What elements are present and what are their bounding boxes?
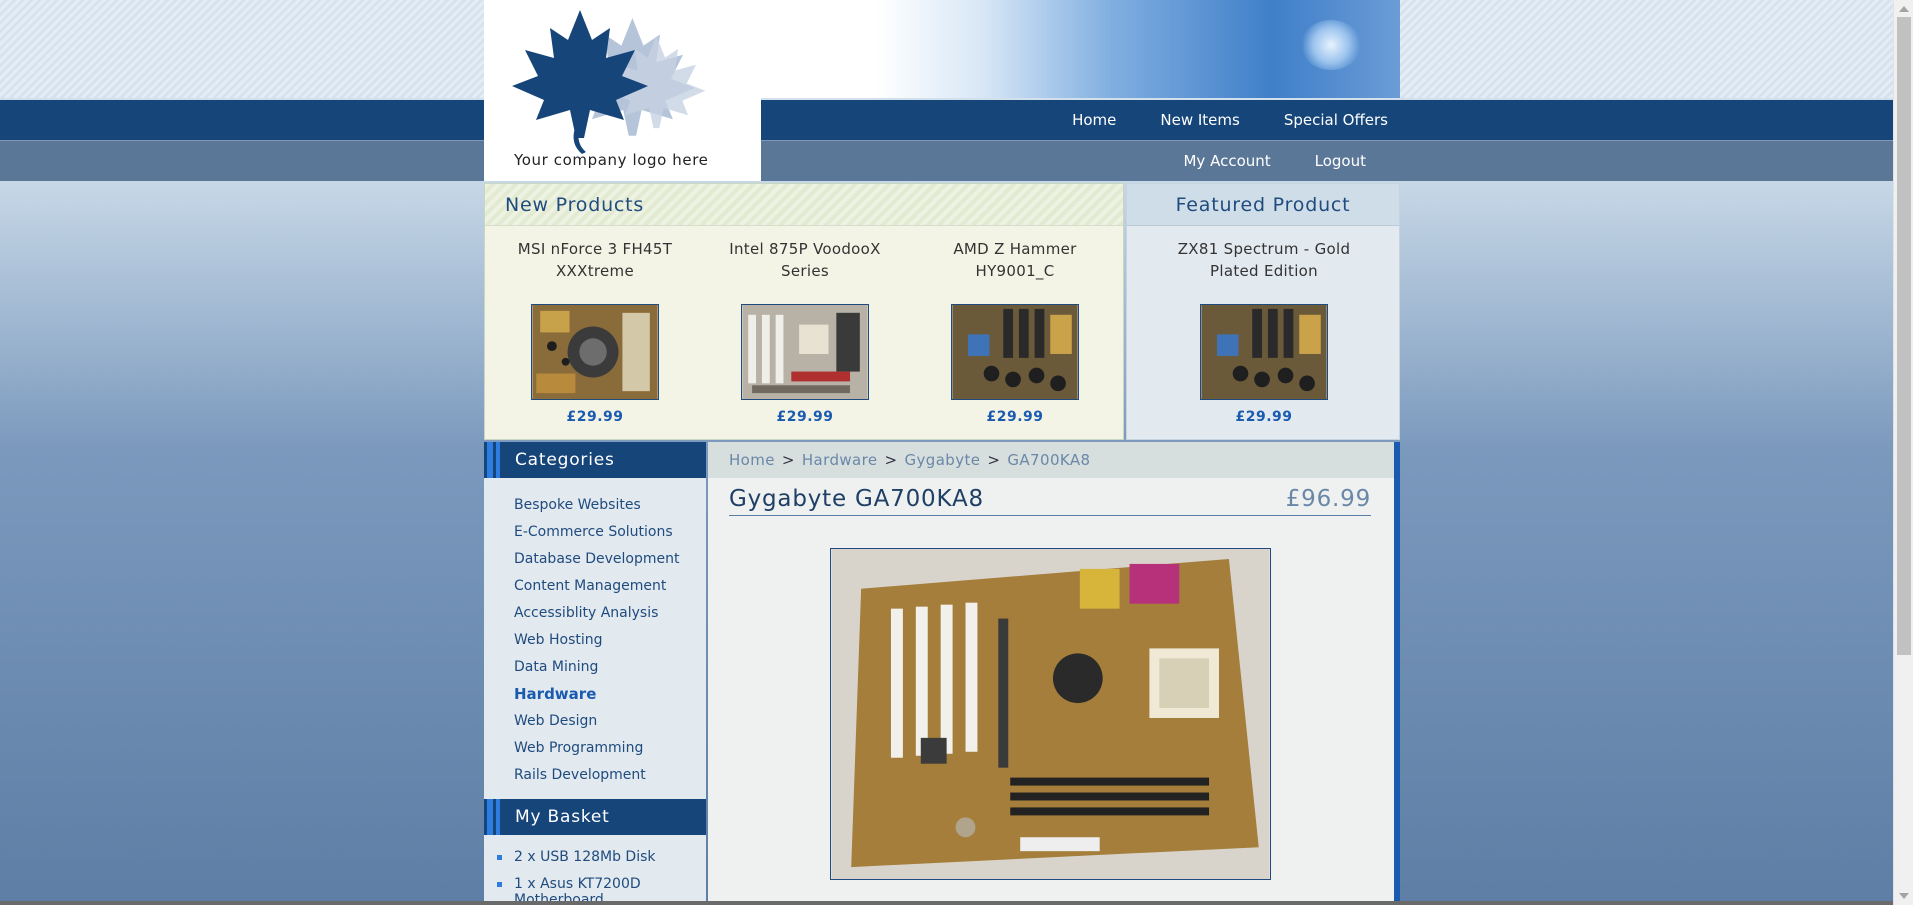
breadcrumb-hardware-link[interactable]: Hardware bbox=[802, 451, 878, 469]
product-name-link[interactable]: Intel 875P VoodooX Series bbox=[710, 238, 900, 304]
product-thumbnail[interactable] bbox=[741, 304, 869, 400]
breadcrumb-separator: > bbox=[987, 451, 1001, 469]
category-link[interactable]: E-Commerce Solutions bbox=[514, 519, 706, 546]
maple-leaf-logo-icon bbox=[512, 10, 706, 154]
breadcrumb: Home > Hardware > Gygabyte > GA700KA8 bbox=[708, 442, 1394, 478]
product-price: £29.99 bbox=[986, 409, 1044, 425]
breadcrumb-separator: > bbox=[884, 451, 898, 469]
product-name-link[interactable]: AMD Z Hammer HY9001_C bbox=[920, 238, 1110, 304]
new-products-panel: New Products MSI nForce 3 FH45T XXXtreme… bbox=[484, 183, 1124, 440]
nav-new-items-link[interactable]: New Items bbox=[1160, 111, 1239, 129]
product-card: AMD Z Hammer HY9001_C £29.99 bbox=[920, 238, 1110, 425]
nav-home-link[interactable]: Home bbox=[1072, 111, 1116, 129]
new-products-heading: New Products bbox=[485, 184, 1123, 226]
featured-product-panel: Featured Product ZX81 Spectrum - Gold Pl… bbox=[1126, 183, 1400, 440]
category-link[interactable]: Database Development bbox=[514, 546, 706, 573]
main-content: Home > Hardware > Gygabyte > GA700KA8 Gygabyte… bbox=[708, 442, 1394, 905]
product-thumbnail[interactable] bbox=[951, 304, 1079, 400]
logo-text: Your company logo here bbox=[514, 151, 709, 169]
breadcrumb-current: GA700KA8 bbox=[1007, 451, 1091, 469]
scrollbar-thumb[interactable] bbox=[1897, 17, 1911, 655]
product-card: MSI nForce 3 FH45T XXXtreme £29.99 bbox=[500, 238, 690, 425]
category-link[interactable]: Content Management bbox=[514, 573, 706, 600]
category-link[interactable]: Accessiblity Analysis bbox=[514, 600, 706, 627]
category-link[interactable]: Rails Development bbox=[514, 762, 706, 789]
scroll-up-arrow-icon[interactable] bbox=[1899, 6, 1909, 12]
basket-heading: My Basket bbox=[484, 799, 706, 835]
featured-product-heading: Featured Product bbox=[1127, 184, 1399, 226]
product-name-link[interactable]: ZX81 Spectrum - Gold Plated Edition bbox=[1169, 238, 1359, 304]
product-price: £29.99 bbox=[776, 409, 834, 425]
vertical-scrollbar[interactable] bbox=[1893, 0, 1913, 905]
product-price: £29.99 bbox=[1235, 409, 1293, 425]
basket-list: 2 x USB 128Mb Disk 1 x Asus KT7200D Moth… bbox=[484, 835, 706, 905]
secondary-nav: My Account Logout bbox=[761, 141, 1400, 181]
category-link[interactable]: Web Hosting bbox=[514, 627, 706, 654]
primary-nav: Home New Items Special Offers bbox=[761, 100, 1400, 140]
product-thumbnail[interactable] bbox=[531, 304, 659, 400]
product-card: Intel 875P VoodooX Series £29.99 bbox=[710, 238, 900, 425]
product-title: Gygabyte GA700KA8 bbox=[729, 486, 984, 512]
category-link[interactable]: Web Programming bbox=[514, 735, 706, 762]
categories-heading: Categories bbox=[484, 442, 706, 478]
category-list: Bespoke Websites E-Commerce Solutions Da… bbox=[484, 478, 706, 799]
category-link[interactable]: Data Mining bbox=[514, 654, 706, 681]
header-banner bbox=[761, 0, 1400, 98]
horizontal-scrollbar[interactable] bbox=[0, 901, 1893, 905]
category-link[interactable]: Web Design bbox=[514, 708, 706, 735]
product-title-row: Gygabyte GA700KA8 £96.99 bbox=[729, 486, 1371, 516]
product-price-large: £96.99 bbox=[1285, 486, 1371, 512]
scroll-down-arrow-icon[interactable] bbox=[1899, 893, 1909, 899]
main-content-edge bbox=[1394, 442, 1400, 905]
banner-glow-decoration bbox=[1301, 20, 1361, 70]
product-thumbnail[interactable] bbox=[1200, 304, 1328, 400]
nav-special-offers-link[interactable]: Special Offers bbox=[1284, 111, 1388, 129]
breadcrumb-gygabyte-link[interactable]: Gygabyte bbox=[904, 451, 980, 469]
page-container: Your company logo here Home New Items Sp… bbox=[484, 0, 1400, 905]
category-link-active[interactable]: Hardware bbox=[514, 681, 706, 708]
nav-logout-link[interactable]: Logout bbox=[1315, 152, 1366, 170]
breadcrumb-separator: > bbox=[781, 451, 795, 469]
company-logo[interactable]: Your company logo here bbox=[484, 0, 761, 181]
category-link[interactable]: Bespoke Websites bbox=[514, 492, 706, 519]
basket-item[interactable]: 2 x USB 128Mb Disk bbox=[497, 849, 687, 865]
featured-product-card: ZX81 Spectrum - Gold Plated Edition £29.… bbox=[1169, 238, 1359, 425]
product-main-image[interactable] bbox=[830, 548, 1271, 880]
breadcrumb-home-link[interactable]: Home bbox=[729, 451, 775, 469]
sidebar: Categories Bespoke Websites E-Commerce S… bbox=[484, 442, 706, 905]
product-price: £29.99 bbox=[566, 409, 624, 425]
product-name-link[interactable]: MSI nForce 3 FH45T XXXtreme bbox=[500, 238, 690, 304]
nav-my-account-link[interactable]: My Account bbox=[1183, 152, 1270, 170]
